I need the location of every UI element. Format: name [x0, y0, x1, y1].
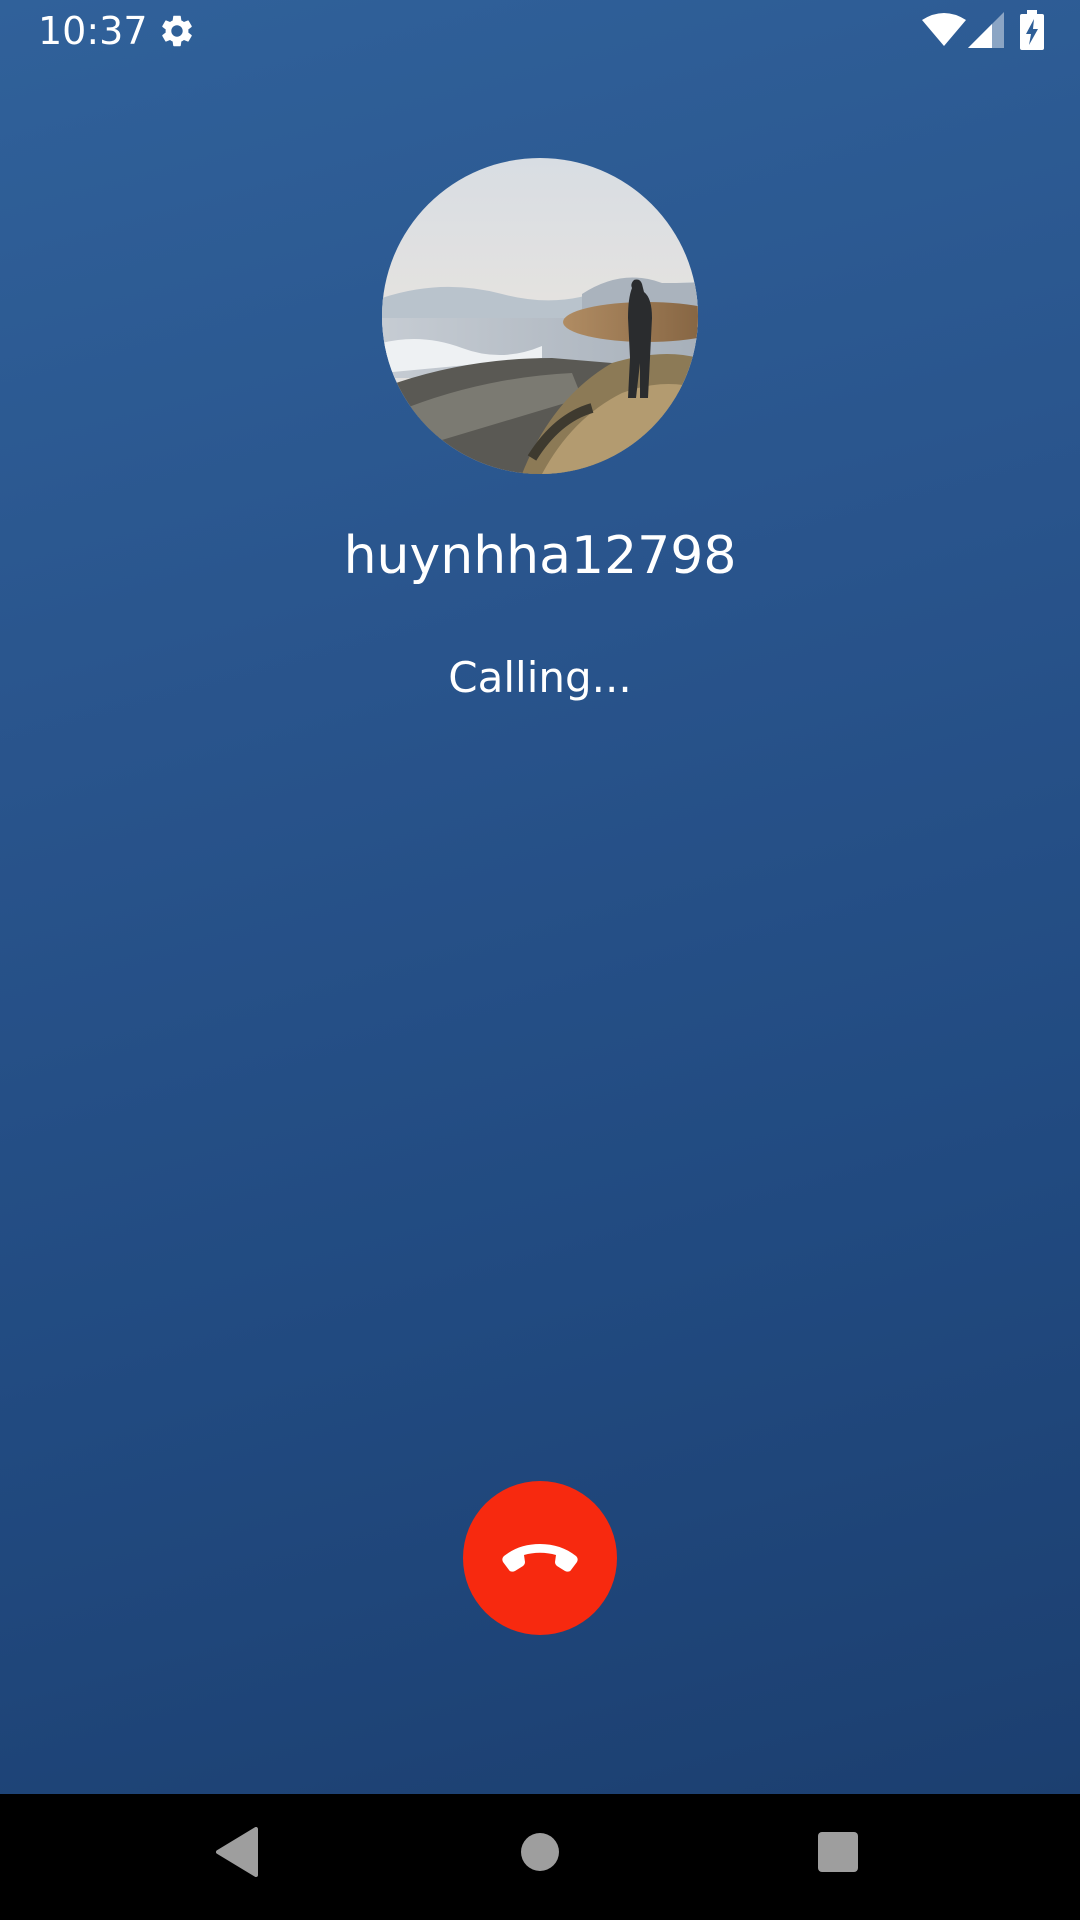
home-icon[interactable]: [521, 1833, 559, 1871]
phone-hangup-icon: [502, 1544, 578, 1572]
signal-icon: [968, 12, 1004, 48]
caller-avatar: [382, 158, 698, 474]
navigation-bar: [0, 1794, 1080, 1920]
battery-charging-icon: [1020, 10, 1044, 50]
caller-name: huynhha12798: [343, 526, 737, 586]
back-icon[interactable]: [216, 1827, 260, 1877]
status-time: 10:37: [38, 9, 148, 53]
recents-icon[interactable]: [818, 1832, 858, 1872]
call-status: Calling...: [448, 653, 632, 702]
status-bar: 10:37: [0, 0, 1080, 63]
gear-icon: [158, 12, 196, 50]
call-screen: 10:37 huynhha12798 Calling...: [0, 0, 1080, 1920]
end-call-button[interactable]: [463, 1481, 617, 1635]
surfer-photo: [382, 158, 698, 474]
wifi-icon: [922, 13, 966, 47]
